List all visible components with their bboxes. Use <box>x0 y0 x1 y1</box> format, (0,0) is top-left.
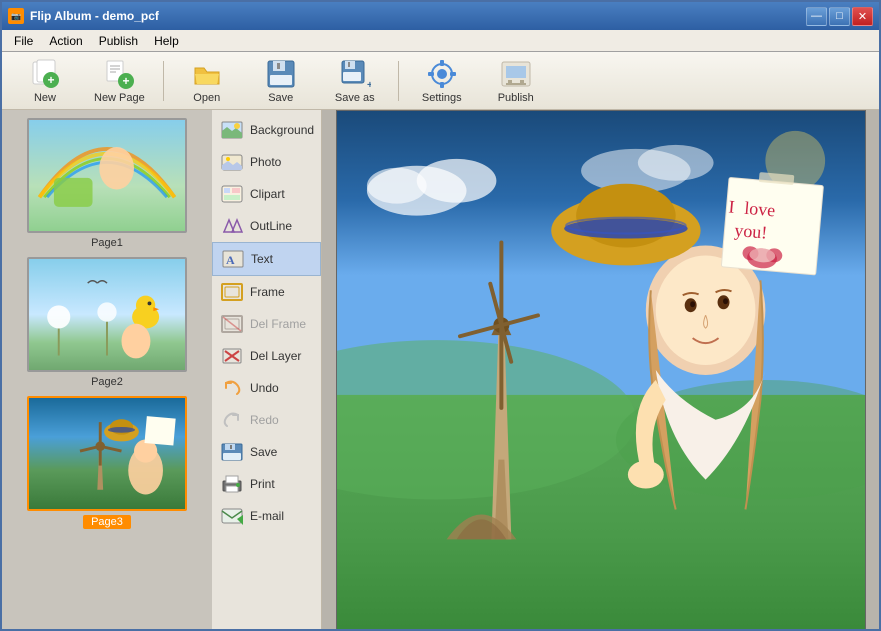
tool-photo[interactable]: Photo <box>212 146 321 178</box>
tool-email[interactable]: E-mail <box>212 500 321 532</box>
email-label: E-mail <box>250 509 284 523</box>
new-page-button[interactable]: + New Page <box>84 56 155 106</box>
save-icon <box>265 58 297 90</box>
outline-label: OutLine <box>250 219 292 233</box>
canvas-area: I love you! <box>322 110 879 629</box>
clipart-icon <box>220 184 244 204</box>
new-page-icon: + <box>103 58 135 90</box>
menu-bar: File Action Publish Help <box>2 30 879 52</box>
photo-label: Photo <box>250 155 281 169</box>
email-icon <box>220 506 244 526</box>
settings-icon <box>426 58 458 90</box>
page-3-image <box>27 396 187 511</box>
page-3-label: Page3 <box>83 515 131 529</box>
close-button[interactable]: ✕ <box>852 7 873 26</box>
main-area: Page1 <box>2 110 879 629</box>
save-as-icon: + <box>339 58 371 90</box>
menu-action[interactable]: Action <box>41 32 90 50</box>
clipart-label: Clipart <box>250 187 285 201</box>
page-1-label: Page1 <box>91 237 123 249</box>
frame-icon <box>220 282 244 302</box>
text-label: Text <box>251 252 273 266</box>
publish-button[interactable]: Publish <box>481 56 551 106</box>
page-2-image <box>27 257 187 372</box>
tool-save[interactable]: Save <box>212 436 321 468</box>
svg-text:+: + <box>123 74 130 88</box>
page-1-thumb[interactable]: Page1 <box>10 118 204 249</box>
undo-label: Undo <box>250 381 279 395</box>
tool-background[interactable]: Background <box>212 114 321 146</box>
title-controls: — □ ✕ <box>806 7 873 26</box>
toolbar: + New + New Page <box>2 52 879 110</box>
tool-undo[interactable]: Undo <box>212 372 321 404</box>
svg-text:A: A <box>226 253 235 267</box>
tool-save-label: Save <box>250 445 277 459</box>
background-label: Background <box>250 123 314 137</box>
new-icon: + <box>29 58 61 90</box>
menu-help[interactable]: Help <box>146 32 187 50</box>
app-icon: 📷 <box>8 8 24 24</box>
tools-panel: Background Photo <box>212 110 322 629</box>
svg-text:you!: you! <box>733 219 767 242</box>
tool-outline[interactable]: OutLine <box>212 210 321 242</box>
maximize-button[interactable]: □ <box>829 7 850 26</box>
save-as-label: Save as <box>335 92 375 104</box>
redo-label: Redo <box>250 413 279 427</box>
publish-icon <box>500 58 532 90</box>
tool-print[interactable]: Print <box>212 468 321 500</box>
del-layer-label: Del Layer <box>250 349 301 363</box>
tool-del-frame: Del Frame <box>212 308 321 340</box>
print-label: Print <box>250 477 275 491</box>
open-label: Open <box>193 92 220 104</box>
title-bar: 📷 Flip Album - demo_pcf — □ ✕ <box>2 2 879 30</box>
del-frame-icon <box>220 314 244 334</box>
page-2-thumb[interactable]: Page2 <box>10 257 204 388</box>
toolbar-separator-2 <box>398 61 399 101</box>
minimize-button[interactable]: — <box>806 7 827 26</box>
del-frame-label: Del Frame <box>250 317 306 331</box>
settings-button[interactable]: Settings <box>407 56 477 106</box>
photo-icon <box>220 152 244 172</box>
page-2-label: Page2 <box>91 376 123 388</box>
new-page-label: New Page <box>94 92 145 104</box>
main-window: 📷 Flip Album - demo_pcf — □ ✕ File Actio… <box>0 0 881 631</box>
svg-text:love: love <box>743 197 776 220</box>
tool-save-icon <box>220 442 244 462</box>
tool-text[interactable]: A Text <box>212 242 321 276</box>
title-bar-left: 📷 Flip Album - demo_pcf <box>8 8 159 24</box>
save-label: Save <box>268 92 293 104</box>
del-layer-icon <box>220 346 244 366</box>
main-canvas[interactable]: I love you! <box>336 110 866 629</box>
svg-text:+: + <box>367 80 371 90</box>
tool-redo: Redo <box>212 404 321 436</box>
print-icon <box>220 474 244 494</box>
settings-label: Settings <box>422 92 462 104</box>
tool-frame[interactable]: Frame <box>212 276 321 308</box>
page-1-image <box>27 118 187 233</box>
window-title: Flip Album - demo_pcf <box>30 9 159 23</box>
open-icon <box>191 58 223 90</box>
frame-label: Frame <box>250 285 285 299</box>
save-button[interactable]: Save <box>246 56 316 106</box>
menu-file[interactable]: File <box>6 32 41 50</box>
svg-text:+: + <box>47 73 54 87</box>
toolbar-separator-1 <box>163 61 164 101</box>
menu-publish[interactable]: Publish <box>91 32 146 50</box>
background-icon <box>220 120 244 140</box>
new-label: New <box>34 92 56 104</box>
text-icon: A <box>221 249 245 269</box>
publish-label: Publish <box>498 92 534 104</box>
save-as-button[interactable]: + Save as <box>320 56 390 106</box>
redo-icon <box>220 410 244 430</box>
outline-icon <box>220 216 244 236</box>
page-3-thumb[interactable]: Page3 <box>10 396 204 529</box>
undo-icon <box>220 378 244 398</box>
canvas-svg: I love you! <box>337 111 865 629</box>
new-button[interactable]: + New <box>10 56 80 106</box>
open-button[interactable]: Open <box>172 56 242 106</box>
tool-clipart[interactable]: Clipart <box>212 178 321 210</box>
tool-del-layer[interactable]: Del Layer <box>212 340 321 372</box>
pages-panel: Page1 <box>2 110 212 629</box>
